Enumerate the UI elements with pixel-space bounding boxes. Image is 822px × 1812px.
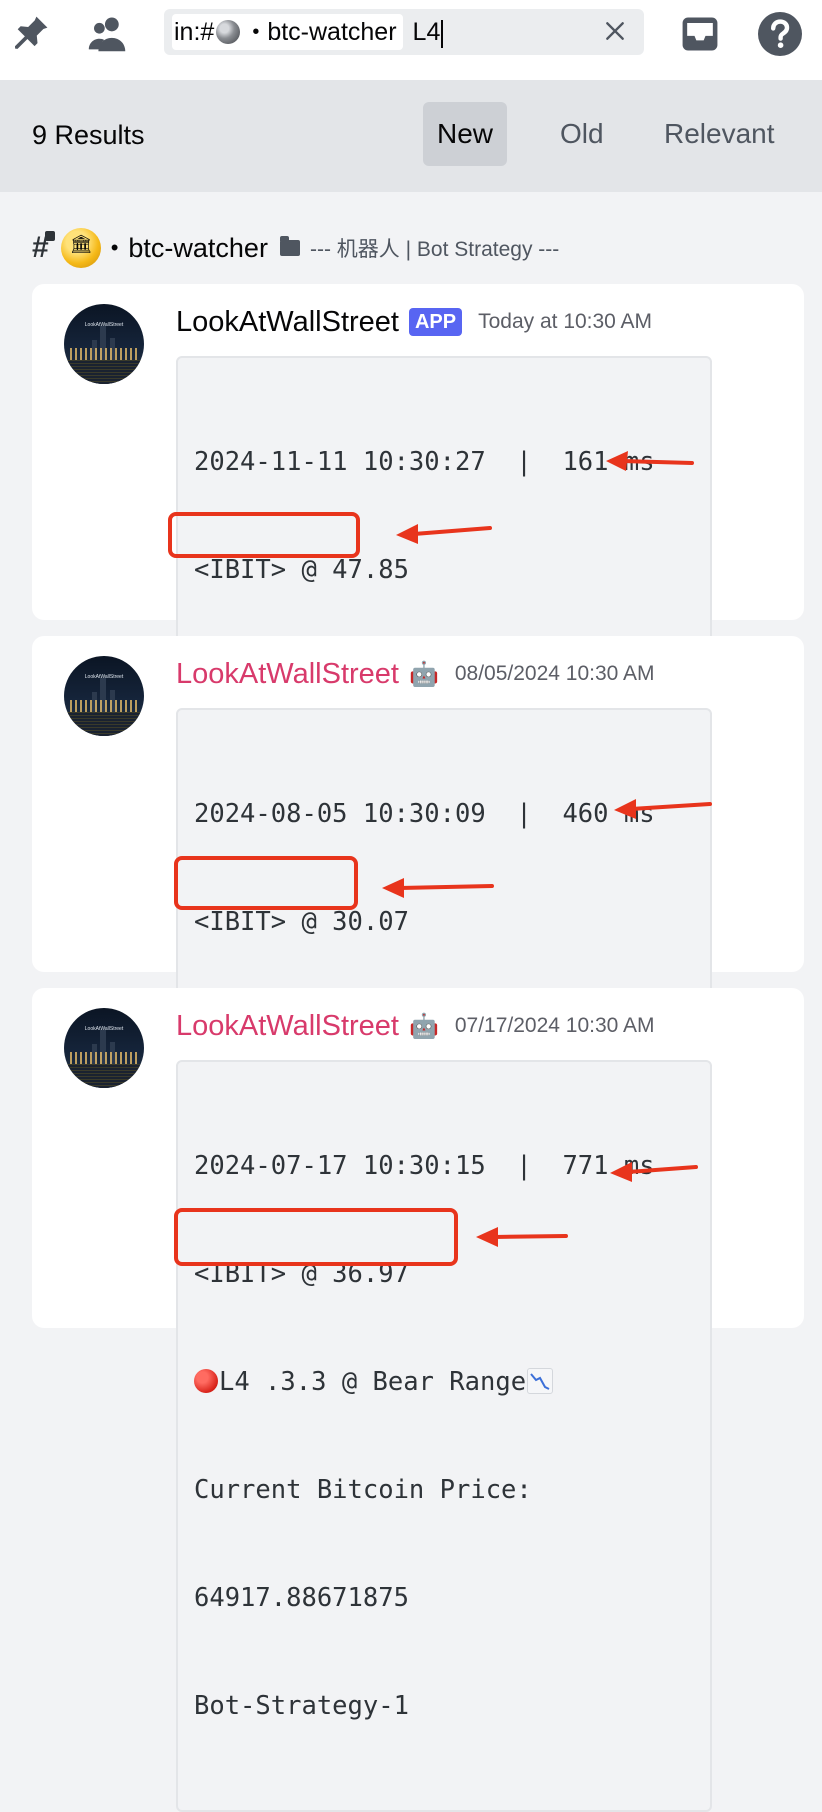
code-line-strategy: Bot-Strategy-1 xyxy=(194,1691,409,1721)
sort-tab-relevant[interactable]: Relevant xyxy=(650,102,789,166)
annotation-arrow xyxy=(382,878,494,898)
members-icon[interactable] xyxy=(84,10,132,58)
message-author[interactable]: LookAtWallStreet xyxy=(176,306,399,339)
annotation-arrow xyxy=(476,1227,568,1247)
app-badge: APP xyxy=(408,308,463,336)
top-bar: in:# • btc-watcher L4 xyxy=(0,0,822,80)
price-highlight-box xyxy=(174,856,358,910)
code-line-signal: L4 .3.3 @ Bear Range xyxy=(194,1364,694,1400)
moon-icon xyxy=(216,20,241,44)
price-highlight-box xyxy=(174,1208,458,1266)
filter-channel: btc-watcher xyxy=(267,17,397,46)
sort-tab-old[interactable]: Old xyxy=(546,102,618,166)
close-icon[interactable] xyxy=(600,16,630,46)
filter-separator: • xyxy=(252,20,260,43)
channel-category: --- 机器人 | Bot Strategy --- xyxy=(309,238,560,261)
avatar[interactable]: LookAtWallStreet xyxy=(64,304,144,384)
message-timestamp: 08/05/2024 10:30 AM xyxy=(454,662,655,685)
pin-icon[interactable] xyxy=(6,10,54,58)
code-line-price: 64917.88671875 xyxy=(194,1583,409,1613)
red-circle-icon xyxy=(194,1369,218,1393)
annotation-arrow xyxy=(610,1162,698,1182)
annotation-arrow xyxy=(606,451,694,471)
help-icon[interactable] xyxy=(756,10,804,58)
avatar[interactable]: LookAtWallStreet xyxy=(64,656,144,736)
message-timestamp: Today at 10:30 AM xyxy=(478,310,653,333)
filter-prefix: in:# xyxy=(174,17,215,46)
robot-icon: 🤖 xyxy=(408,1012,439,1040)
channel-separator: • xyxy=(110,235,119,260)
folder-icon xyxy=(279,236,300,256)
annotation-arrow xyxy=(614,799,712,819)
locked-channel-icon: # xyxy=(32,231,55,265)
robot-icon: 🤖 xyxy=(408,660,439,688)
chart-down-icon xyxy=(527,1368,554,1394)
annotation-arrow xyxy=(396,524,492,544)
channel-header[interactable]: # • btc-watcher --- 机器人 | Bot Strategy -… xyxy=(32,226,559,270)
search-input[interactable]: in:# • btc-watcher L4 xyxy=(164,9,644,55)
bank-coin-icon xyxy=(60,228,101,268)
code-line-price-label: Current Bitcoin Price: xyxy=(194,1475,532,1505)
inbox-icon[interactable] xyxy=(676,10,724,58)
message-author[interactable]: LookAtWallStreet xyxy=(176,658,399,691)
price-highlight-box xyxy=(168,512,360,558)
message-timestamp: 07/17/2024 10:30 AM xyxy=(454,1014,655,1037)
search-filter-chip[interactable]: in:# • btc-watcher xyxy=(172,14,403,50)
sort-tab-new[interactable]: New xyxy=(423,102,508,166)
channel-name[interactable]: btc-watcher xyxy=(128,233,268,264)
results-count: 9 Results xyxy=(32,120,145,150)
avatar[interactable]: LookAtWallStreet xyxy=(64,1008,144,1088)
search-query[interactable]: L4 xyxy=(413,18,444,48)
results-header: 9 Results New Old Relevant xyxy=(0,80,822,192)
message-author[interactable]: LookAtWallStreet xyxy=(176,1010,399,1043)
